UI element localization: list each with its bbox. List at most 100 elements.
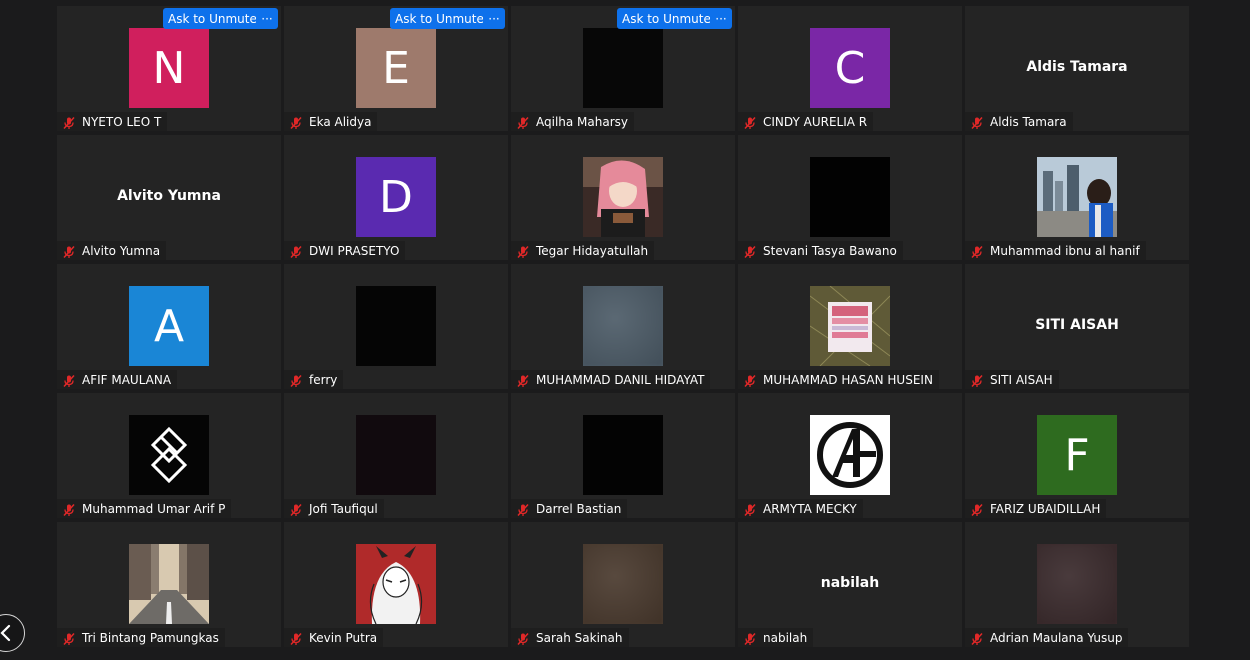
mic-muted-icon xyxy=(743,373,757,387)
participant-name-bar: DWI PRASETYO xyxy=(284,241,406,260)
participant-name: Muhammad ibnu al hanif xyxy=(990,243,1140,258)
profile-picture xyxy=(129,415,209,495)
ask-to-unmute-button[interactable]: Ask to Unmute xyxy=(163,8,262,29)
participant-name-bar: nabilah xyxy=(738,628,814,647)
mic-muted-icon xyxy=(62,115,76,129)
mic-muted-icon xyxy=(970,373,984,387)
participant-name: NYETO LEO T xyxy=(82,114,162,129)
participant-tile[interactable]: Adrian Maulana Yusup xyxy=(965,522,1189,647)
participant-tile[interactable]: SITI AISAH SITI AISAH xyxy=(965,264,1189,389)
mic-muted-icon xyxy=(62,244,76,258)
mic-muted-icon xyxy=(62,373,76,387)
participant-tile[interactable]: Aqilha Maharsy Ask to Unmute ··· xyxy=(511,6,735,131)
chevron-left-icon xyxy=(0,624,11,642)
profile-picture xyxy=(810,157,890,237)
avatar-initial: C xyxy=(810,28,890,108)
participant-name-bar: Stevani Tasya Bawano xyxy=(738,241,903,260)
mic-muted-icon xyxy=(743,502,757,516)
participant-name: Kevin Putra xyxy=(309,630,378,645)
participant-display-name: nabilah xyxy=(820,575,880,591)
participant-name-bar: Muhammad Umar Arif P xyxy=(57,499,232,518)
previous-page-button[interactable] xyxy=(0,614,25,652)
participant-name-bar: Adrian Maulana Yusup xyxy=(965,628,1129,647)
participant-display-name: SITI AISAH xyxy=(1035,317,1119,333)
participant-tile[interactable]: nabilah nabilah xyxy=(738,522,962,647)
participant-display-name: Alvito Yumna xyxy=(117,188,221,204)
participant-name-bar: ferry xyxy=(284,370,344,389)
profile-picture xyxy=(356,544,436,624)
profile-picture xyxy=(583,28,663,108)
participant-name-bar: Jofi Taufiqul xyxy=(284,499,384,518)
participant-name: Alvito Yumna xyxy=(82,243,161,258)
mic-muted-icon xyxy=(289,631,303,645)
participant-name: ARMYTA MECKY xyxy=(763,501,857,516)
participant-name-bar: FARIZ UBAIDILLAH xyxy=(965,499,1107,518)
participant-tile[interactable]: Aldis Tamara Aldis Tamara xyxy=(965,6,1189,131)
profile-picture xyxy=(356,286,436,366)
profile-picture xyxy=(356,415,436,495)
participant-name: MUHAMMAD DANIL HIDAYAT xyxy=(536,372,705,387)
participant-name: Tegar Hidayatullah xyxy=(536,243,649,258)
ask-to-unmute-button[interactable]: Ask to Unmute xyxy=(617,8,716,29)
more-options-button[interactable]: ··· xyxy=(256,8,278,29)
more-options-button[interactable]: ··· xyxy=(483,8,505,29)
mic-muted-icon xyxy=(516,502,530,516)
participant-tile[interactable]: ferry xyxy=(284,264,508,389)
participant-name-bar: MUHAMMAD DANIL HIDAYAT xyxy=(511,370,711,389)
participant-name-bar: Eka Alidya xyxy=(284,112,378,131)
participant-name: Stevani Tasya Bawano xyxy=(763,243,897,258)
participant-tile[interactable]: A AFIF MAULANA xyxy=(57,264,281,389)
participant-tile[interactable]: Muhammad ibnu al hanif xyxy=(965,135,1189,260)
participant-name-bar: AFIF MAULANA xyxy=(57,370,178,389)
participant-name: Muhammad Umar Arif P xyxy=(82,501,226,516)
participant-tile[interactable]: ARMYTA MECKY xyxy=(738,393,962,518)
participant-name: Darrel Bastian xyxy=(536,501,622,516)
participant-name: AFIF MAULANA xyxy=(82,372,172,387)
participant-name-bar: Tegar Hidayatullah xyxy=(511,241,655,260)
participant-tile[interactable]: Darrel Bastian xyxy=(511,393,735,518)
participant-tile[interactable]: N NYETO LEO T Ask to Unmute ··· xyxy=(57,6,281,131)
mic-muted-icon xyxy=(970,115,984,129)
profile-picture xyxy=(1037,157,1117,237)
participant-tile[interactable]: Stevani Tasya Bawano xyxy=(738,135,962,260)
participant-tile[interactable]: Tri Bintang Pamungkas xyxy=(57,522,281,647)
participant-tile[interactable]: Jofi Taufiqul xyxy=(284,393,508,518)
avatar-initial: D xyxy=(356,157,436,237)
participant-tile[interactable]: Tegar Hidayatullah xyxy=(511,135,735,260)
participant-name-bar: Alvito Yumna xyxy=(57,241,167,260)
participant-tile[interactable]: D DWI PRASETYO xyxy=(284,135,508,260)
participant-name-bar: Aqilha Maharsy xyxy=(511,112,635,131)
participant-name-bar: Sarah Sakinah xyxy=(511,628,629,647)
more-options-button[interactable]: ··· xyxy=(710,8,732,29)
participant-tile[interactable]: Muhammad Umar Arif P xyxy=(57,393,281,518)
participant-tile[interactable]: E Eka Alidya Ask to Unmute ··· xyxy=(284,6,508,131)
participant-name: Adrian Maulana Yusup xyxy=(990,630,1123,645)
participant-tile[interactable]: MUHAMMAD DANIL HIDAYAT xyxy=(511,264,735,389)
participant-name-bar: CINDY AURELIA R xyxy=(738,112,874,131)
participant-name-bar: ARMYTA MECKY xyxy=(738,499,863,518)
profile-picture xyxy=(810,286,890,366)
participant-name-bar: Tri Bintang Pamungkas xyxy=(57,628,225,647)
mic-muted-icon xyxy=(516,631,530,645)
participant-name: CINDY AURELIA R xyxy=(763,114,868,129)
profile-picture xyxy=(129,544,209,624)
participant-name: Eka Alidya xyxy=(309,114,372,129)
participant-tile[interactable]: F FARIZ UBAIDILLAH xyxy=(965,393,1189,518)
participant-display-name: Aldis Tamara xyxy=(1026,59,1128,75)
participant-tile[interactable]: Kevin Putra xyxy=(284,522,508,647)
participant-name: nabilah xyxy=(763,630,808,645)
participant-name: SITI AISAH xyxy=(990,372,1053,387)
participant-tile[interactable]: Sarah Sakinah xyxy=(511,522,735,647)
participant-name: Sarah Sakinah xyxy=(536,630,623,645)
mic-muted-icon xyxy=(516,244,530,258)
participant-tile[interactable]: C CINDY AURELIA R xyxy=(738,6,962,131)
participant-tile[interactable]: MUHAMMAD HASAN HUSEIN xyxy=(738,264,962,389)
ask-to-unmute-button[interactable]: Ask to Unmute xyxy=(390,8,489,29)
participant-name: DWI PRASETYO xyxy=(309,243,400,258)
mic-muted-icon xyxy=(289,373,303,387)
profile-picture xyxy=(583,286,663,366)
avatar-initial: A xyxy=(129,286,209,366)
mic-muted-icon xyxy=(970,502,984,516)
participant-tile[interactable]: Alvito Yumna Alvito Yumna xyxy=(57,135,281,260)
mic-muted-icon xyxy=(289,244,303,258)
